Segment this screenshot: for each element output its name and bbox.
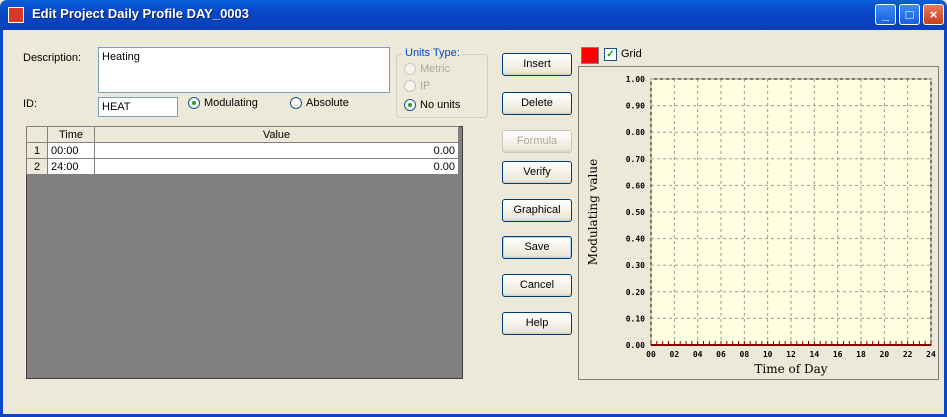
y-tick-label: 0.40 bbox=[626, 235, 645, 244]
x-tick-label: 22 bbox=[903, 350, 913, 359]
close-button[interactable]: × bbox=[923, 4, 944, 25]
graphical-button[interactable]: Graphical bbox=[502, 199, 572, 222]
y-tick-label: 0.30 bbox=[626, 261, 645, 270]
units-type-title: Units Type: bbox=[403, 47, 462, 59]
absolute-radio[interactable] bbox=[290, 97, 302, 109]
metric-label: Metric bbox=[420, 63, 450, 75]
window-title: Edit Project Daily Profile DAY_0003 bbox=[32, 6, 250, 21]
row-number: 2 bbox=[26, 158, 48, 175]
description-label: Description: bbox=[23, 52, 82, 64]
x-tick-label: 24 bbox=[926, 350, 936, 359]
help-button[interactable]: Help bbox=[502, 312, 572, 335]
y-axis-label: Modulating value bbox=[586, 159, 600, 265]
y-tick-label: 0.80 bbox=[626, 128, 645, 137]
time-column-header: Time bbox=[47, 126, 95, 143]
x-tick-label: 18 bbox=[856, 350, 866, 359]
x-tick-label: 04 bbox=[693, 350, 703, 359]
y-tick-label: 0.90 bbox=[626, 102, 645, 111]
app-icon bbox=[8, 7, 24, 23]
maximize-button[interactable]: □ bbox=[899, 4, 920, 25]
grid-checkbox[interactable]: ✓ bbox=[604, 48, 617, 61]
description-field[interactable]: Heating bbox=[98, 47, 390, 93]
time-cell[interactable]: 00:00 bbox=[47, 142, 95, 159]
id-field[interactable]: HEAT bbox=[98, 97, 178, 117]
minimize-button[interactable]: _ bbox=[875, 4, 896, 25]
id-label: ID: bbox=[23, 98, 38, 110]
grid-label: Grid bbox=[621, 48, 642, 60]
x-tick-label: 00 bbox=[646, 350, 656, 359]
table-row[interactable]: 1 00:00 0.00 bbox=[26, 142, 459, 159]
formula-button[interactable]: Formula bbox=[502, 130, 572, 153]
x-tick-label: 08 bbox=[740, 350, 750, 359]
insert-button[interactable]: Insert bbox=[502, 53, 572, 76]
data-grid: Time Value 1 00:00 0.00 2 24:00 0.00 bbox=[26, 126, 459, 175]
value-cell[interactable]: 0.00 bbox=[94, 158, 459, 175]
y-tick-label: 0.20 bbox=[626, 288, 645, 297]
x-tick-label: 10 bbox=[763, 350, 773, 359]
modulating-label: Modulating bbox=[204, 97, 258, 109]
y-tick-label: 1.00 bbox=[626, 75, 645, 84]
no-units-label: No units bbox=[420, 99, 461, 111]
y-tick-label: 0.50 bbox=[626, 208, 645, 217]
row-number: 1 bbox=[26, 142, 48, 159]
time-cell[interactable]: 24:00 bbox=[47, 158, 95, 175]
metric-radio[interactable] bbox=[404, 63, 416, 75]
modulating-radio[interactable] bbox=[188, 97, 200, 109]
x-tick-label: 14 bbox=[810, 350, 820, 359]
y-tick-label: 0.00 bbox=[626, 341, 645, 350]
x-tick-label: 16 bbox=[833, 350, 843, 359]
ip-radio[interactable] bbox=[404, 80, 416, 92]
y-tick-label: 0.60 bbox=[626, 181, 645, 190]
x-tick-label: 06 bbox=[716, 350, 726, 359]
save-button[interactable]: Save bbox=[502, 236, 572, 259]
chart-panel: 0.00 0.10 0.20 0.30 0.40 0.50 0.60 0.70 0.80 0.90… bbox=[578, 66, 939, 380]
table-row[interactable]: 2 24:00 0.00 bbox=[26, 158, 459, 175]
x-axis-label: Time of Day bbox=[754, 362, 827, 376]
absolute-label: Absolute bbox=[306, 97, 349, 109]
value-column-header: Value bbox=[94, 126, 459, 143]
y-tick-label: 0.70 bbox=[626, 155, 645, 164]
x-tick-label: 02 bbox=[670, 350, 680, 359]
line-color-swatch[interactable] bbox=[581, 47, 599, 64]
profile-chart[interactable]: 0.00 0.10 0.20 0.30 0.40 0.50 0.60 0.70 0.80 0.90… bbox=[579, 67, 938, 379]
title-bar[interactable]: Edit Project Daily Profile DAY_0003 _ □ … bbox=[0, 0, 947, 30]
x-tick-label: 12 bbox=[786, 350, 796, 359]
corner-header bbox=[26, 126, 48, 143]
cancel-button[interactable]: Cancel bbox=[502, 274, 572, 297]
x-tick-label: 20 bbox=[880, 350, 890, 359]
no-units-radio[interactable] bbox=[404, 99, 416, 111]
y-tick-label: 0.10 bbox=[626, 314, 645, 323]
delete-button[interactable]: Delete bbox=[502, 92, 572, 115]
ip-label: IP bbox=[420, 80, 431, 92]
value-cell[interactable]: 0.00 bbox=[94, 142, 459, 159]
verify-button[interactable]: Verify bbox=[502, 161, 572, 184]
